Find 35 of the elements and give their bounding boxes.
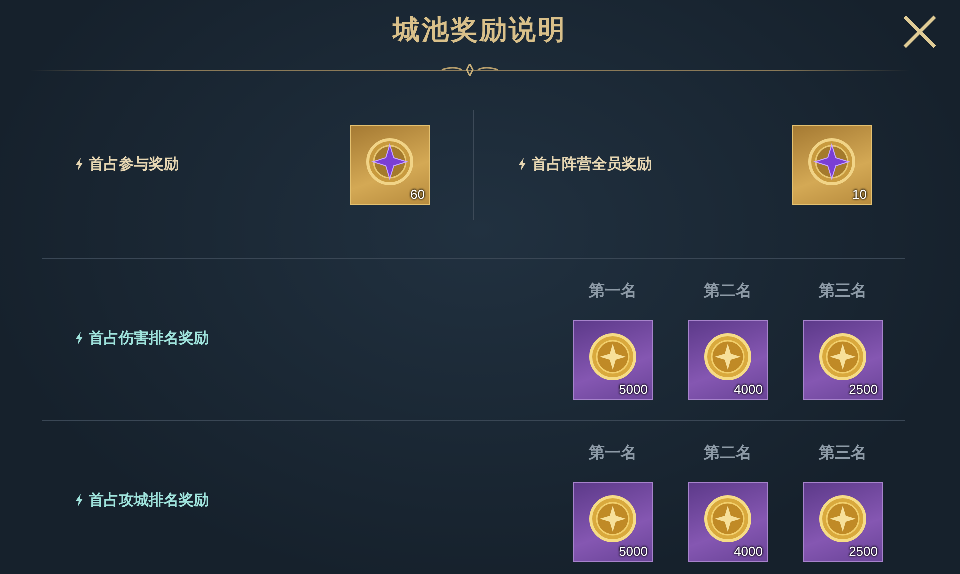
window-title: 城池奖励说明: [393, 14, 567, 48]
item-count: 5000: [619, 382, 648, 397]
item-count: 5000: [619, 544, 648, 559]
rank-label: 第二名: [704, 443, 752, 464]
medallion-icon: [807, 136, 857, 186]
item-count: 4000: [734, 544, 763, 559]
close-icon[interactable]: [902, 14, 938, 50]
reward-item[interactable]: 5000: [573, 320, 653, 400]
coin-icon: [588, 494, 638, 544]
reward-label: 首占伤害排名奖励: [89, 328, 209, 348]
rank-label: 第三名: [819, 281, 867, 302]
item-count: 60: [410, 186, 425, 202]
item-count: 2500: [849, 544, 878, 559]
coin-icon: [703, 494, 753, 544]
rank-label: 第一名: [589, 443, 637, 464]
item-count: 4000: [734, 382, 763, 397]
reward-label: 首占攻城排名奖励: [89, 490, 209, 510]
reward-item[interactable]: 4000: [688, 482, 768, 562]
rank-label: 第二名: [704, 281, 752, 302]
reward-item[interactable]: 4000: [688, 320, 768, 400]
coin-icon: [818, 332, 868, 382]
reward-item[interactable]: 5000: [573, 482, 653, 562]
diamond-ornament-icon: [440, 64, 500, 76]
item-count: 10: [852, 186, 867, 202]
medallion-icon: [365, 136, 415, 186]
reward-item[interactable]: 2500: [803, 320, 883, 400]
rank-label: 第三名: [819, 443, 867, 464]
coin-icon: [588, 332, 638, 382]
item-count: 2500: [849, 382, 878, 397]
coin-icon: [818, 494, 868, 544]
rank-label: 第一名: [589, 281, 637, 302]
reward-label: 首占参与奖励: [89, 155, 179, 174]
coin-icon: [703, 332, 753, 382]
reward-label: 首占阵营全员奖励: [532, 155, 652, 174]
reward-item[interactable]: 2500: [803, 482, 883, 562]
